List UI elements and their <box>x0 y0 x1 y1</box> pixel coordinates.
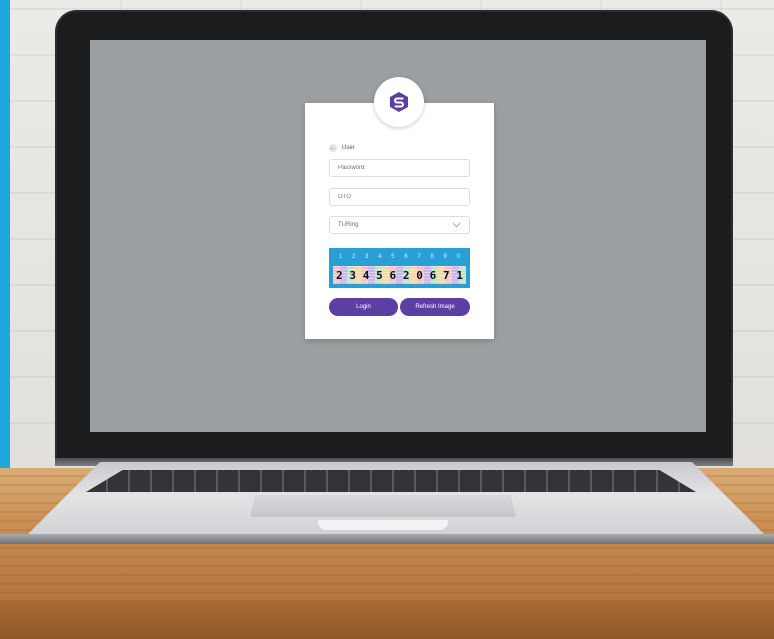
captcha-char: 1 <box>456 268 463 282</box>
login-button[interactable]: Login <box>329 298 398 316</box>
captcha-number: 9 <box>443 254 447 260</box>
chevron-down-icon <box>452 222 461 228</box>
shield-s-logo-icon <box>390 92 408 112</box>
captcha-image: 2 3 4 5 6 2 0 6 7 1 <box>333 266 466 284</box>
captcha-char: 2 <box>402 268 410 282</box>
captcha-number: 2 <box>352 254 356 260</box>
laptop-trackpad <box>250 495 516 517</box>
method-select-value: TURing <box>338 222 359 228</box>
captcha-number: 4 <box>378 254 382 260</box>
laptop-keyboard <box>86 470 696 492</box>
captcha-number: 7 <box>417 254 421 260</box>
method-select[interactable]: TURing <box>329 216 470 234</box>
captcha-number-row: 1 2 3 4 5 6 7 8 9 0 <box>333 251 466 263</box>
captcha-char: 4 <box>362 268 370 282</box>
captcha-number: 3 <box>365 254 369 260</box>
back-arrow-icon[interactable]: ← <box>329 144 337 152</box>
user-row: ← User <box>329 142 355 154</box>
captcha-char: 5 <box>376 268 383 282</box>
password-field[interactable] <box>329 159 470 177</box>
captcha-char: 7 <box>443 268 450 282</box>
captcha-char: 6 <box>429 268 437 282</box>
user-label: User <box>342 145 355 151</box>
captcha-char: 2 <box>336 268 343 282</box>
captcha-number: 0 <box>456 254 460 260</box>
logo-badge <box>374 77 424 127</box>
captcha-char: 3 <box>349 268 356 282</box>
laptop-front-edge <box>0 534 774 544</box>
refresh-image-button[interactable]: Refresh Image <box>400 298 470 316</box>
captcha-box: 1 2 3 4 5 6 7 8 9 0 2 3 4 5 6 2 0 6 7 1 <box>329 248 470 288</box>
laptop-opening-notch <box>318 520 448 530</box>
captcha-number: 6 <box>404 254 408 260</box>
captcha-number: 5 <box>391 254 395 260</box>
otp-field[interactable] <box>329 188 470 206</box>
captcha-char: 6 <box>389 268 397 282</box>
desk-edge <box>0 600 774 639</box>
captcha-char: 0 <box>416 268 423 282</box>
captcha-number: 1 <box>339 254 343 260</box>
captcha-number: 8 <box>430 254 434 260</box>
